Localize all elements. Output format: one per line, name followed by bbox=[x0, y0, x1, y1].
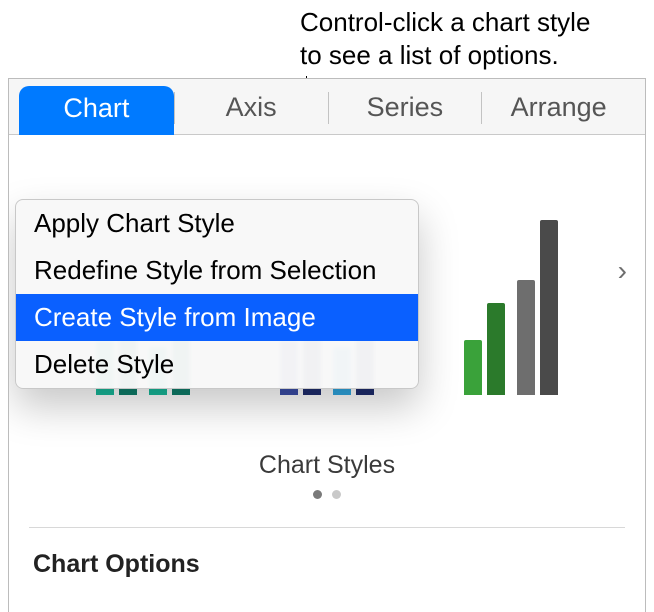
tab-label: Chart bbox=[63, 93, 129, 123]
chart-styles-label: Chart Styles bbox=[9, 451, 645, 480]
help-callout: Control-click a chart style to see a lis… bbox=[300, 6, 590, 71]
callout-text-line2: to see a list of options. bbox=[300, 40, 559, 70]
bar-group bbox=[464, 303, 505, 395]
tab-label: Series bbox=[367, 92, 444, 122]
inspector-panel: Chart Axis Series Arrange bbox=[8, 78, 646, 612]
tab-label: Arrange bbox=[511, 92, 607, 122]
menu-item-create-style-from-image[interactable]: Create Style from Image bbox=[16, 294, 418, 341]
menu-item-label: Apply Chart Style bbox=[34, 208, 235, 238]
callout-text-line1: Control-click a chart style bbox=[300, 7, 590, 37]
page-dot[interactable] bbox=[332, 490, 341, 499]
menu-item-delete-style[interactable]: Delete Style bbox=[16, 341, 418, 388]
chart-bar bbox=[540, 220, 558, 395]
chart-bar bbox=[517, 280, 535, 395]
styles-page-indicator bbox=[9, 490, 645, 499]
tab-label: Axis bbox=[226, 92, 277, 122]
bar-group bbox=[517, 220, 558, 395]
chevron-right-icon: › bbox=[618, 255, 627, 286]
tab-series[interactable]: Series bbox=[329, 86, 482, 134]
context-menu: Apply Chart Style Redefine Style from Se… bbox=[15, 199, 419, 389]
chart-bar bbox=[464, 340, 482, 395]
menu-item-label: Delete Style bbox=[34, 349, 174, 379]
page-dot[interactable] bbox=[313, 490, 322, 499]
menu-item-apply-chart-style[interactable]: Apply Chart Style bbox=[16, 200, 418, 247]
inspector-tabs: Chart Axis Series Arrange bbox=[9, 79, 645, 135]
chart-bar bbox=[487, 303, 505, 395]
menu-item-label: Create Style from Image bbox=[34, 302, 316, 332]
chart-options-header: Chart Options bbox=[9, 528, 645, 579]
tab-axis[interactable]: Axis bbox=[175, 86, 328, 134]
menu-item-redefine-style[interactable]: Redefine Style from Selection bbox=[16, 247, 418, 294]
tab-chart[interactable]: Chart bbox=[19, 86, 174, 135]
tab-arrange[interactable]: Arrange bbox=[482, 86, 635, 134]
styles-next-button[interactable]: › bbox=[618, 255, 627, 287]
menu-item-label: Redefine Style from Selection bbox=[34, 255, 377, 285]
chart-style-thumbnail[interactable] bbox=[437, 165, 585, 395]
